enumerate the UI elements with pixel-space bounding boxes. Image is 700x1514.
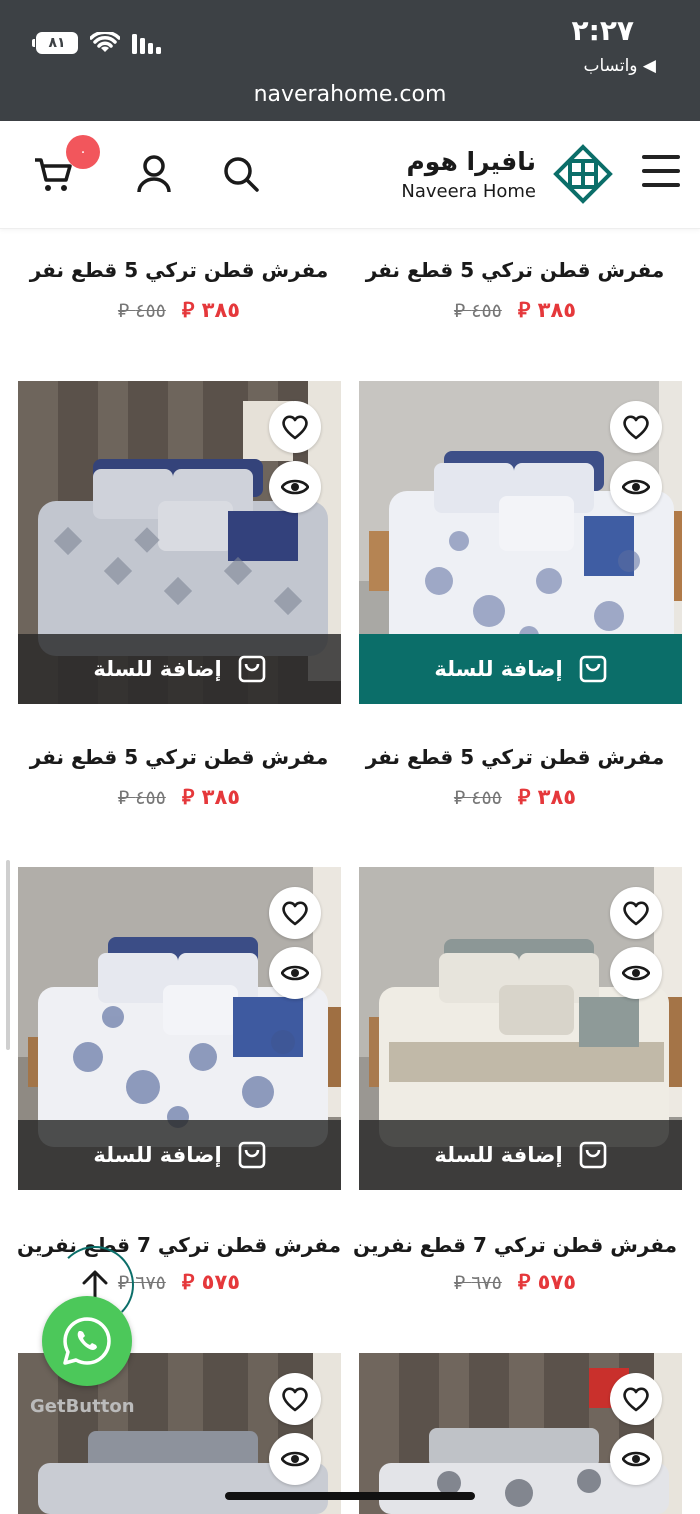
eye-icon <box>622 479 650 495</box>
heart-icon <box>282 901 308 926</box>
heart-icon <box>282 1387 308 1412</box>
product-title[interactable]: مفرش قطن تركي 5 قطع نفر <box>350 745 680 769</box>
original-price: ٤٥٥ ⃁ <box>453 300 502 322</box>
product-card[interactable] <box>359 1353 682 1514</box>
sale-price: ٣٨٥ ⃁ <box>181 298 241 322</box>
search-icon <box>224 157 259 192</box>
bag-icon <box>238 1141 265 1169</box>
browser-chrome: ٨١ ٢:٢٧ ◀ واتساب naverahome.com <box>0 0 700 121</box>
heart-icon <box>623 1387 649 1412</box>
product-title[interactable]: مفرش قطن تركي 5 قطع نفر <box>14 745 344 769</box>
cart-count-badge: ٠ <box>66 135 100 169</box>
add-to-cart-label: إضافة للسلة <box>93 1143 222 1167</box>
bag-icon <box>238 655 265 683</box>
original-price: ٤٥٥ ⃁ <box>453 787 502 809</box>
wishlist-button[interactable] <box>610 401 662 453</box>
add-to-cart-button[interactable]: إضافة للسلة <box>359 1120 682 1190</box>
wishlist-button[interactable] <box>610 887 662 939</box>
account-button[interactable] <box>131 151 177 197</box>
bag-icon <box>579 1141 606 1169</box>
add-to-cart-label: إضافة للسلة <box>434 1143 563 1167</box>
whatsapp-icon <box>63 1317 111 1365</box>
status-icons: ٨١ <box>32 32 164 54</box>
getbutton-watermark: GetButton <box>30 1396 135 1417</box>
battery-icon: ٨١ <box>32 32 78 54</box>
product-title[interactable]: مفرش قطن تركي 5 قطع نفر <box>14 258 344 282</box>
eye-icon <box>622 1451 650 1467</box>
eye-icon <box>281 479 309 495</box>
quick-view-button[interactable] <box>269 947 321 999</box>
product-card[interactable]: إضافة للسلة <box>18 867 341 1190</box>
original-price: ٤٥٥ ⃁ <box>117 300 166 322</box>
product-prices: ٣٨٥ ⃁ ٤٥٥ ⃁ <box>350 783 680 810</box>
original-price: ٦٧٥ ⃁ <box>453 1272 502 1294</box>
search-button[interactable] <box>218 151 264 197</box>
wishlist-button[interactable] <box>269 1373 321 1425</box>
quick-view-button[interactable] <box>610 1433 662 1485</box>
logo-text-en: Naveera Home <box>401 181 536 202</box>
heart-icon <box>623 415 649 440</box>
site-logo[interactable]: نافيرا هوم Naveera Home <box>401 141 614 209</box>
add-to-cart-label: إضافة للسلة <box>93 657 222 681</box>
sale-price: ٣٨٥ ⃁ <box>517 298 577 322</box>
original-price: ٤٥٥ ⃁ <box>117 787 166 809</box>
heart-icon <box>623 901 649 926</box>
quick-view-button[interactable] <box>610 461 662 513</box>
sale-price: ٣٨٥ ⃁ <box>181 785 241 809</box>
quick-view-button[interactable] <box>269 1433 321 1485</box>
signal-icon <box>132 34 161 54</box>
product-title[interactable]: مفرش قطن تركي 5 قطع نفر <box>350 258 680 282</box>
wishlist-button[interactable] <box>269 887 321 939</box>
eye-icon <box>622 965 650 981</box>
product-prices: ٥٧٥ ⃁ ٦٧٥ ⃁ <box>350 1268 680 1295</box>
page-scrollbar[interactable] <box>6 860 10 1050</box>
product-card[interactable]: إضافة للسلة <box>359 381 682 704</box>
add-to-cart-button[interactable]: إضافة للسلة <box>18 1120 341 1190</box>
quick-view-button[interactable] <box>610 947 662 999</box>
product-title[interactable]: مفرش قطن تركي 7 قطع نفرين <box>14 1233 344 1257</box>
product-card[interactable]: إضافة للسلة <box>18 381 341 704</box>
sale-price: ٣٨٥ ⃁ <box>517 785 577 809</box>
menu-icon[interactable] <box>642 155 680 187</box>
sale-price: ٥٧٥ ⃁ <box>517 1270 577 1294</box>
logo-text-ar: نافيرا هوم <box>406 147 536 176</box>
add-to-cart-label: إضافة للسلة <box>434 657 563 681</box>
eye-icon <box>281 1451 309 1467</box>
user-icon <box>137 155 171 193</box>
home-indicator <box>225 1492 475 1500</box>
battery-level: ٨١ <box>48 35 66 51</box>
sale-price: ٥٧٥ ⃁ <box>181 1270 241 1294</box>
status-time: ٢:٢٧ <box>571 14 634 47</box>
add-to-cart-button[interactable]: إضافة للسلة <box>359 634 682 704</box>
bag-icon <box>579 655 606 683</box>
product-card[interactable]: إضافة للسلة <box>359 867 682 1190</box>
product-prices: ٣٨٥ ⃁ ٤٥٥ ⃁ <box>350 296 680 323</box>
add-to-cart-button[interactable]: إضافة للسلة <box>18 634 341 704</box>
wishlist-button[interactable] <box>610 1373 662 1425</box>
product-prices: ٣٨٥ ⃁ ٤٥٥ ⃁ <box>14 783 344 810</box>
product-title[interactable]: مفرش قطن تركي 7 قطع نفرين <box>350 1233 680 1257</box>
site-header: نافيرا هوم Naveera Home ٠ <box>0 121 700 229</box>
url-bar[interactable]: naverahome.com <box>0 82 700 107</box>
back-to-app-link[interactable]: ◀ واتساب <box>584 56 657 76</box>
wishlist-button[interactable] <box>269 401 321 453</box>
whatsapp-chat-button[interactable] <box>42 1296 132 1386</box>
eye-icon <box>281 965 309 981</box>
product-prices: ٣٨٥ ⃁ ٤٥٥ ⃁ <box>14 296 344 323</box>
heart-icon <box>282 415 308 440</box>
wifi-icon <box>90 32 120 52</box>
quick-view-button[interactable] <box>269 461 321 513</box>
logo-mark-icon <box>553 144 613 204</box>
